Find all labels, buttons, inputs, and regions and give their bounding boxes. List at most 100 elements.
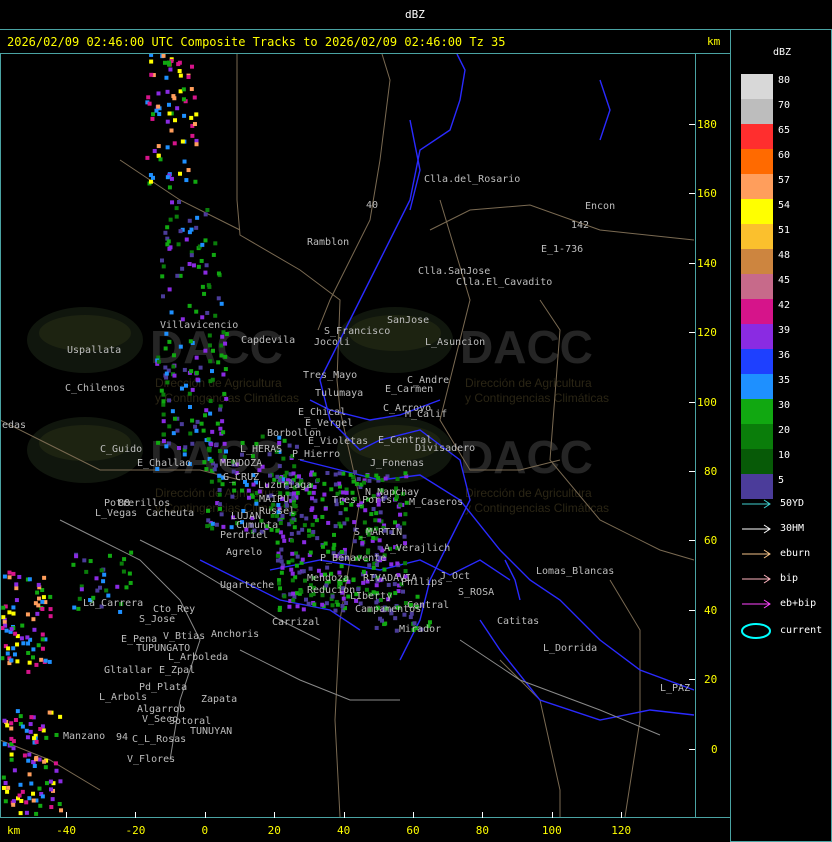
place-label: edas [2, 420, 26, 431]
x-tick-label: 80 [475, 824, 490, 837]
radar-echo [217, 478, 222, 483]
y-tick-mark [689, 679, 695, 681]
radar-echo [1, 615, 6, 620]
radar-echo [7, 610, 12, 615]
radar-echo [302, 540, 307, 545]
place-label: Carrizal [272, 617, 320, 628]
x-tick-mark [482, 812, 484, 818]
radar-echo [309, 507, 314, 512]
radar-echo [338, 524, 343, 529]
radar-echo [196, 264, 201, 269]
radar-echo [289, 538, 294, 543]
radar-echo [1, 626, 5, 631]
radar-echo [295, 604, 300, 609]
legend-swatch-60 [741, 149, 773, 174]
radar-echo [26, 669, 31, 674]
radar-echo [72, 605, 77, 610]
radar-echo [163, 230, 168, 235]
svg-text:y Contingencias Climáticas: y Contingencias Climáticas [465, 391, 609, 405]
radar-echo [330, 603, 335, 608]
arrow-icon [742, 524, 771, 534]
radar-echo [315, 478, 320, 483]
radar-echo [11, 746, 16, 751]
radar-echo [179, 386, 184, 391]
radar-echo [344, 600, 349, 605]
place-label: E_Violetas [308, 436, 368, 447]
radar-echo [1, 785, 6, 790]
radar-echo [15, 642, 20, 647]
place-label: Encon [585, 201, 615, 212]
radar-echo [182, 367, 187, 372]
radar-echo [115, 584, 120, 589]
radar-echo [101, 579, 106, 584]
legend-swatch-30 [741, 399, 773, 424]
radar-echo [160, 258, 165, 263]
radar-echo [322, 481, 327, 486]
place-label: P_Benavente [320, 553, 386, 564]
radar-echo [2, 742, 7, 747]
radar-echo [74, 554, 79, 559]
department-border [119, 159, 241, 231]
radar-echo [205, 310, 210, 315]
radar-echo [286, 560, 291, 565]
radar-echo [315, 536, 320, 541]
radar-echo [246, 495, 251, 500]
arrow-icon [742, 549, 771, 559]
radar-echo [40, 606, 45, 611]
radar-echo [333, 524, 338, 529]
radar-echo [208, 411, 213, 416]
radar-echo [156, 144, 161, 149]
y-tick-label: 120 [697, 326, 717, 340]
radar-echo [25, 635, 30, 640]
place-label: Gltallar [104, 665, 152, 676]
y-tick-label: 80 [704, 465, 718, 478]
radar-echo [49, 805, 54, 810]
place-label: J_Fonenas [370, 458, 424, 469]
radar-echo [206, 437, 211, 442]
radar-echo [352, 539, 357, 544]
place-label: E_Chical [298, 407, 346, 418]
y-tick-label: 160 [697, 187, 717, 201]
radar-echo [277, 464, 282, 469]
radar-echo [398, 503, 403, 508]
track-label: bip [780, 573, 799, 584]
radar-echo [179, 422, 184, 427]
radar-echo [32, 763, 37, 768]
y-tick-mark [689, 124, 695, 125]
radar-echo [161, 419, 166, 424]
legend-swatch-80 [741, 74, 773, 99]
radar-echo [82, 558, 87, 563]
radar-echo [34, 811, 39, 816]
radar-echo [296, 530, 301, 535]
radar-echo [156, 91, 161, 96]
radar-echo [332, 542, 337, 547]
department-border [429, 204, 695, 241]
legend-value: 36 [778, 350, 791, 361]
radar-echo [175, 428, 180, 433]
radar-map[interactable]: DACC Dirección de Agricultura y Contingenc… [1, 54, 695, 817]
radar-echo [279, 547, 284, 552]
legend-value: 10 [778, 450, 791, 461]
radar-echo [38, 803, 43, 808]
y-tick-label: 20 [704, 673, 718, 687]
y-tick-label: 180 [697, 118, 717, 131]
y-tick-label: 100 [697, 395, 717, 409]
radar-echo [348, 472, 353, 477]
radar-echo [223, 354, 228, 359]
radar-echo [107, 553, 112, 558]
radar-echo [178, 344, 183, 349]
radar-echo [164, 75, 169, 80]
radar-echo [194, 112, 199, 117]
radar-echo [304, 516, 309, 521]
radar-echo [193, 424, 198, 429]
x-tick-mark [413, 812, 414, 818]
place-label: C_Guido [100, 444, 142, 455]
place-label: A_Verajlich [384, 543, 450, 554]
radar-echo [205, 524, 210, 529]
radar-echo [190, 441, 195, 446]
radar-echo [50, 797, 55, 802]
radar-echo [19, 636, 24, 641]
ellipse-icon [741, 623, 771, 639]
radar-echo [76, 606, 81, 611]
radar-echo [150, 116, 155, 121]
